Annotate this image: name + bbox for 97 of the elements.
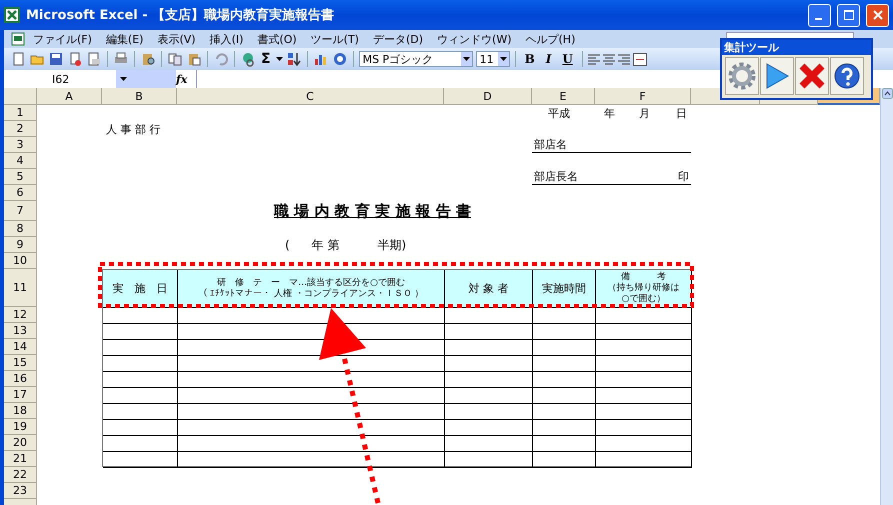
manager-name-label: 部店長名 bbox=[534, 169, 578, 184]
row-header[interactable]: 15 bbox=[4, 355, 37, 371]
minimize-icon bbox=[814, 18, 822, 20]
row-header[interactable]: 12 bbox=[4, 307, 37, 323]
cancel-button[interactable] bbox=[795, 57, 829, 95]
row-header[interactable]: 6 bbox=[4, 185, 37, 201]
issuer-text: 人 事 部 行 bbox=[105, 122, 162, 137]
insert-function-button[interactable]: fx bbox=[176, 72, 196, 86]
column-header[interactable]: F bbox=[595, 88, 691, 105]
header-text: 実 施 日 bbox=[112, 283, 168, 294]
row-header[interactable]: 14 bbox=[4, 339, 37, 355]
settings-button[interactable] bbox=[725, 57, 759, 95]
header-text: 研 修 テ ー マ…該当する区分を○で囲む bbox=[217, 278, 405, 288]
row-header[interactable]: 20 bbox=[4, 435, 37, 451]
font-size-field[interactable]: 11 bbox=[476, 51, 510, 67]
header-text: （ ｴﾁｹｯﾄマナー・ 人権 ・コンプライアンス・ＩＳＯ ） bbox=[198, 288, 424, 300]
close-icon bbox=[872, 10, 882, 20]
merge-cells-icon[interactable] bbox=[632, 52, 647, 66]
menu-item[interactable]: データ(D) bbox=[366, 32, 430, 46]
row-header[interactable]: 3 bbox=[4, 137, 37, 153]
row-header[interactable]: 17 bbox=[4, 387, 37, 403]
menu-item[interactable]: 編集(E) bbox=[98, 32, 150, 46]
header-text: ○で囲む） bbox=[622, 294, 666, 305]
seal-label: 印 bbox=[678, 169, 689, 184]
row-header[interactable]: 1 bbox=[4, 105, 37, 121]
help-button[interactable] bbox=[830, 57, 864, 95]
header-text: （持ち帰り研修は bbox=[608, 283, 680, 294]
font-name-field[interactable]: MS Pゴシック bbox=[358, 51, 473, 67]
row-header[interactable]: 8 bbox=[4, 221, 37, 237]
column-header[interactable]: D bbox=[444, 88, 532, 105]
dropdown-caret-icon[interactable] bbox=[462, 57, 470, 61]
align-center-icon[interactable] bbox=[602, 54, 615, 64]
header-text: 実施時間 bbox=[542, 283, 586, 294]
date-label: 平成 bbox=[548, 106, 570, 120]
dropdown-caret-icon[interactable] bbox=[276, 57, 283, 61]
row-header[interactable]: 18 bbox=[4, 403, 37, 419]
row-header[interactable]: 23 bbox=[4, 483, 37, 499]
column-header[interactable]: E bbox=[532, 88, 595, 105]
italic-button[interactable]: I bbox=[542, 52, 556, 66]
underline-button[interactable]: U bbox=[558, 52, 577, 66]
align-right-icon[interactable] bbox=[618, 54, 630, 64]
bold-button[interactable]: B bbox=[520, 52, 539, 66]
date-label: 月 bbox=[639, 106, 650, 120]
settings-icon bbox=[728, 62, 756, 90]
paste-icon[interactable] bbox=[186, 51, 202, 67]
workbook-icon[interactable] bbox=[10, 31, 26, 47]
copy-icon[interactable] bbox=[167, 51, 183, 67]
period-label: ( bbox=[285, 238, 290, 252]
run-button[interactable] bbox=[760, 57, 794, 95]
date-label: 日 bbox=[676, 106, 687, 120]
window-title: Microsoft Excel - 【支店】職場内教育実施報告書 bbox=[26, 6, 336, 24]
header-text: 対 象 者 bbox=[468, 283, 508, 294]
sort-icon[interactable] bbox=[286, 51, 302, 67]
toolbar-title: 集計ツール bbox=[723, 40, 780, 55]
autosum-button[interactable]: Σ bbox=[259, 51, 273, 67]
close-button[interactable] bbox=[866, 4, 889, 26]
align-left-icon[interactable] bbox=[588, 54, 600, 64]
row-header[interactable]: 16 bbox=[4, 371, 37, 387]
menu-item[interactable]: ツール(T) bbox=[304, 32, 366, 46]
row-header[interactable]: 21 bbox=[4, 451, 37, 467]
row-header[interactable]: 9 bbox=[4, 237, 37, 253]
row-header[interactable]: 5 bbox=[4, 169, 37, 185]
period-label: 半期) bbox=[378, 236, 406, 254]
menu-item[interactable]: ウィンドウ(W) bbox=[430, 32, 518, 46]
row-header[interactable]: 2 bbox=[4, 121, 37, 137]
row-header[interactable]: 13 bbox=[4, 323, 37, 339]
column-header[interactable]: A bbox=[37, 88, 102, 105]
scrollbar[interactable] bbox=[880, 88, 893, 505]
menu-item[interactable]: ヘルプ(H) bbox=[518, 32, 582, 46]
minimize-button[interactable] bbox=[808, 4, 831, 26]
maximize-icon bbox=[844, 10, 854, 20]
dropdown-caret-icon[interactable] bbox=[500, 57, 507, 61]
row-header[interactable]: 19 bbox=[4, 419, 37, 435]
close-icon bbox=[798, 62, 826, 90]
period-label: 年 第 bbox=[312, 236, 340, 254]
scroll-up-icon[interactable] bbox=[882, 88, 892, 99]
branch-name-field[interactable]: 部店名 bbox=[532, 137, 691, 153]
date-label: 年 bbox=[604, 106, 615, 120]
row-header[interactable]: 7 bbox=[4, 201, 37, 221]
menu-item[interactable]: 表示(V) bbox=[150, 32, 203, 46]
row-header[interactable]: 11 bbox=[4, 269, 37, 307]
dropdown-caret-icon[interactable] bbox=[120, 77, 127, 81]
column-header[interactable]: B bbox=[102, 88, 177, 105]
header-text: 備 考 bbox=[621, 272, 666, 282]
menu-item[interactable]: ファイル(F) bbox=[26, 32, 99, 46]
play-icon bbox=[764, 62, 790, 90]
column-header[interactable]: C bbox=[177, 88, 444, 105]
menu-item[interactable]: 挿入(I) bbox=[202, 32, 250, 46]
maximize-button[interactable] bbox=[837, 4, 860, 26]
save-icon[interactable] bbox=[48, 51, 64, 67]
report-title: 職 場 内 教 育 実 施 報 告 書 bbox=[272, 201, 472, 221]
table-grid[interactable] bbox=[103, 308, 692, 468]
row-header[interactable]: 10 bbox=[4, 253, 37, 269]
spreadsheet-app-icon[interactable] bbox=[4, 7, 20, 23]
row-header[interactable]: 22 bbox=[4, 467, 37, 483]
row-header[interactable]: 4 bbox=[4, 153, 37, 169]
menu-item[interactable]: 書式(O) bbox=[250, 32, 304, 46]
